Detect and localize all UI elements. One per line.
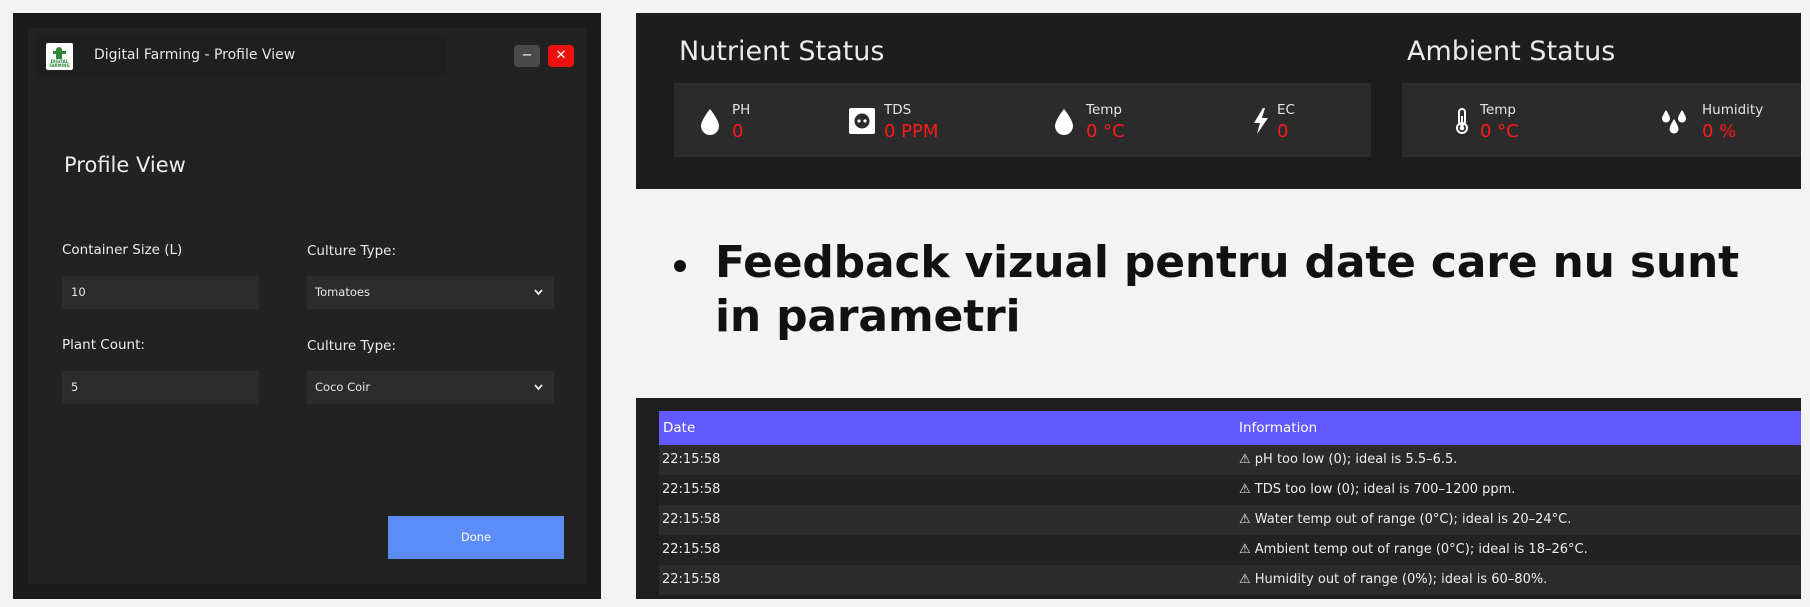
droplet-icon bbox=[701, 109, 719, 135]
metric-name: Temp bbox=[1480, 102, 1516, 118]
table-row[interactable]: 22:15:58 ⚠ Ambient temp out of range (0°… bbox=[659, 535, 1801, 565]
bullet-dot bbox=[674, 260, 686, 272]
cell-information: ⚠ Ambient temp out of range (0°C); ideal… bbox=[1239, 542, 1588, 557]
app-logo: DIGITAL FARMING bbox=[46, 43, 73, 70]
lightning-icon bbox=[1254, 108, 1268, 134]
nutrient-status-title: Nutrient Status bbox=[679, 36, 885, 67]
container-size-input[interactable]: 10 bbox=[62, 276, 259, 309]
chevron-down-icon bbox=[533, 371, 544, 417]
page-title: Profile View bbox=[64, 153, 186, 177]
cell-date: 22:15:58 bbox=[662, 572, 721, 587]
close-button[interactable]: ✕ bbox=[548, 45, 574, 67]
ambient-status-title: Ambient Status bbox=[1407, 36, 1616, 67]
cell-date: 22:15:58 bbox=[662, 452, 721, 467]
chevron-down-icon bbox=[533, 276, 544, 322]
cell-information: ⚠ pH too low (0); ideal is 5.5–6.5. bbox=[1239, 452, 1458, 467]
cell-date: 22:15:58 bbox=[662, 482, 721, 497]
cell-date: 22:15:58 bbox=[662, 542, 721, 557]
thermometer-icon bbox=[1456, 108, 1468, 134]
profile-window: DIGITAL FARMING Digital Farming - Profil… bbox=[28, 28, 586, 584]
table-row[interactable]: 22:15:58 ⚠ Humidity out of range (0%); i… bbox=[659, 565, 1801, 595]
container-size-label: Container Size (L) bbox=[62, 242, 183, 258]
metric-value: 0 % bbox=[1702, 121, 1737, 142]
window-titlebar: DIGITAL FARMING Digital Farming - Profil… bbox=[36, 36, 446, 76]
plant-count-input[interactable]: 5 bbox=[62, 371, 259, 404]
cell-information: ⚠ TDS too low (0); ideal is 700–1200 ppm… bbox=[1239, 482, 1516, 497]
metric-name: TDS bbox=[884, 102, 912, 118]
minimize-button[interactable]: − bbox=[514, 45, 540, 67]
done-button[interactable]: Done bbox=[388, 516, 564, 559]
table-row[interactable]: 22:15:58 ⚠ Water temp out of range (0°C)… bbox=[659, 505, 1801, 535]
nutrient-status-box: PH 0 TDS 0 PPM Temp 0 °C EC 0 bbox=[674, 83, 1371, 157]
substrate-type-value: Coco Coir bbox=[315, 380, 371, 394]
log-table: Date Information 22:15:58 ⚠ pH too low (… bbox=[636, 398, 1801, 599]
substrate-type-select[interactable]: Coco Coir bbox=[307, 371, 554, 404]
metric-value: 0 bbox=[732, 121, 744, 142]
table-header: Date Information bbox=[659, 411, 1801, 445]
droplet-icon bbox=[1055, 109, 1073, 135]
metric-value: 0 PPM bbox=[884, 121, 939, 142]
culture-type-label: Culture Type: bbox=[307, 243, 396, 259]
profile-window-frame: DIGITAL FARMING Digital Farming - Profil… bbox=[13, 13, 601, 599]
cell-information: ⚠ Water temp out of range (0°C); ideal i… bbox=[1239, 512, 1572, 527]
table-row[interactable]: 22:15:58 ⚠ pH too low (0); ideal is 5.5–… bbox=[659, 445, 1801, 475]
metric-name: Humidity bbox=[1702, 102, 1764, 118]
metric-name: PH bbox=[732, 102, 751, 118]
column-header-information: Information bbox=[1239, 420, 1318, 436]
culture-type-value: Tomatoes bbox=[315, 285, 370, 299]
table-row[interactable]: 22:15:58 ⚠ TDS too low (0); ideal is 700… bbox=[659, 475, 1801, 505]
metric-value: 0 °C bbox=[1086, 121, 1125, 142]
ambient-status-box: Temp 0 °C Humidity 0 % bbox=[1402, 83, 1801, 157]
status-panel: Nutrient Status PH 0 TDS 0 PPM Temp 0 °C… bbox=[636, 13, 1801, 189]
culture-type-select[interactable]: Tomatoes bbox=[307, 276, 554, 309]
window-title: Digital Farming - Profile View bbox=[94, 47, 296, 63]
bullet-text: Feedback vizual pentru date care nu sunt… bbox=[715, 237, 1739, 342]
cell-date: 22:15:58 bbox=[662, 512, 721, 527]
socket-icon bbox=[849, 108, 875, 134]
cell-information: ⚠ Humidity out of range (0%); ideal is 6… bbox=[1239, 572, 1548, 587]
metric-name: EC bbox=[1277, 102, 1295, 118]
metric-value: 0 °C bbox=[1480, 121, 1519, 142]
column-header-date: Date bbox=[663, 420, 696, 436]
substrate-type-label: Culture Type: bbox=[307, 338, 396, 354]
metric-value: 0 bbox=[1277, 121, 1289, 142]
droplets-icon bbox=[1662, 110, 1686, 134]
plant-count-label: Plant Count: bbox=[62, 337, 145, 353]
metric-name: Temp bbox=[1086, 102, 1122, 118]
